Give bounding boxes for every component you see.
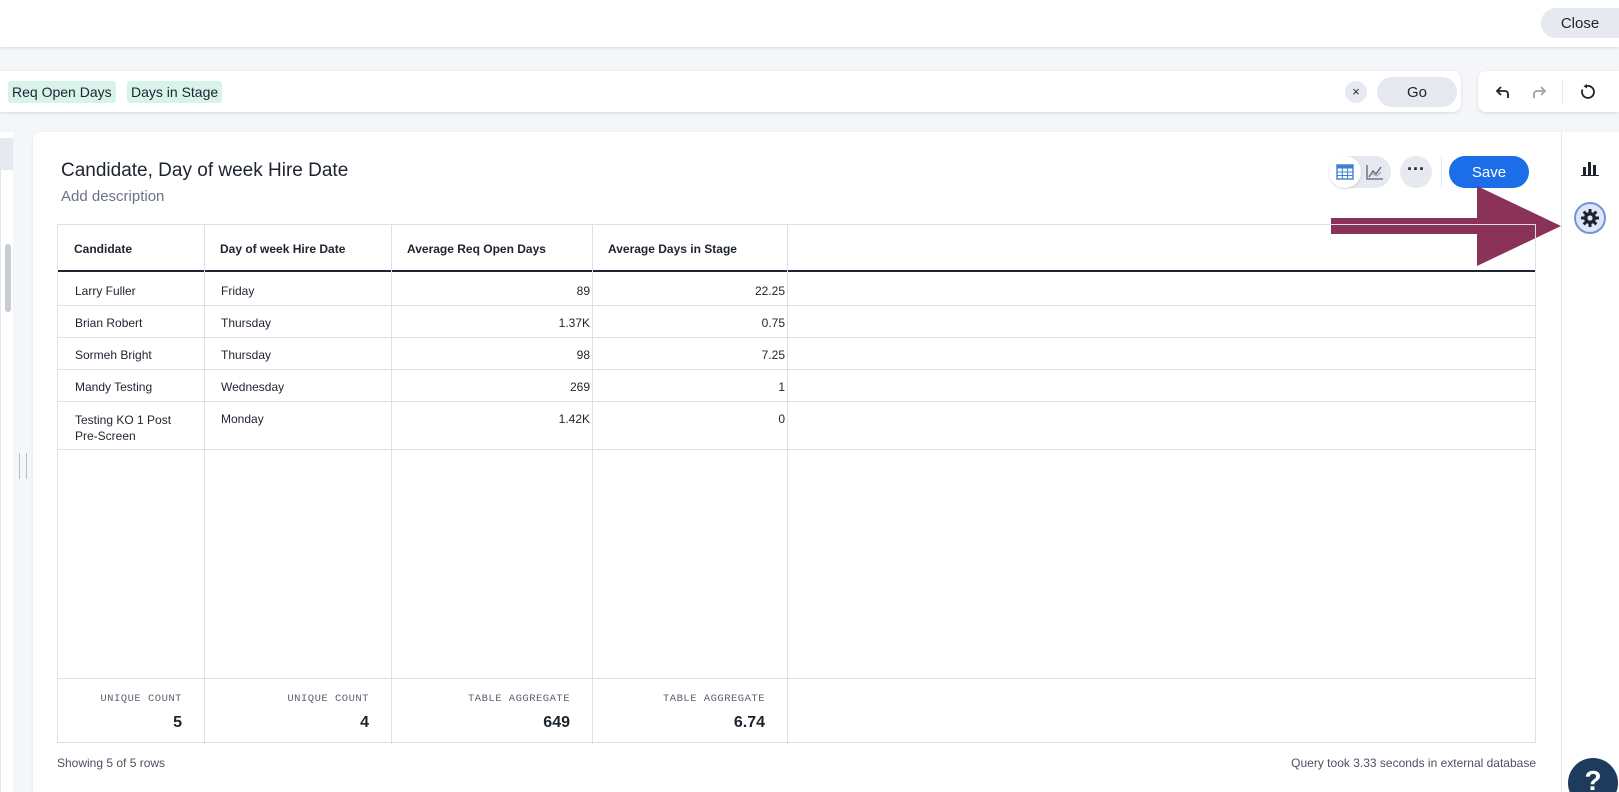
redo-icon[interactable]: [1528, 81, 1550, 103]
column-header-avg-days-in-stage[interactable]: Average Days in Stage: [608, 242, 737, 256]
aggregate-value: 5: [173, 714, 182, 731]
row-divider: [58, 401, 1535, 402]
answer-title[interactable]: Candidate, Day of week Hire Date: [61, 160, 348, 182]
table-cell: 0.75: [761, 316, 785, 330]
column-divider: [391, 225, 392, 744]
save-button[interactable]: Save: [1449, 156, 1529, 188]
aggregate-label: TABLE AGGREGATE: [662, 693, 765, 705]
row-divider: [58, 305, 1535, 306]
table-cell: Testing KO 1 Post Pre-Screen: [75, 413, 172, 443]
chart-view-icon[interactable]: [1359, 156, 1391, 188]
footer-divider: [58, 678, 1535, 679]
history-controls: [1478, 71, 1619, 112]
column-header-day-of-week[interactable]: Day of week Hire Date: [220, 242, 345, 256]
table-cell: Monday: [221, 412, 264, 426]
bar-chart-icon[interactable]: [1574, 152, 1606, 184]
aggregate-label: UNIQUE COUNT: [287, 693, 369, 705]
column-divider: [204, 225, 205, 744]
search-token-req-open-days[interactable]: Req Open Days: [8, 81, 116, 103]
aggregate-value: 6.74: [733, 714, 765, 731]
search-token-days-in-stage[interactable]: Days in Stage: [127, 81, 223, 103]
table-cell: Sormeh Bright: [75, 348, 152, 362]
table-cell: 1.37K: [558, 316, 590, 330]
table-view-icon[interactable]: [1329, 156, 1361, 188]
table-cell: 1.42K: [558, 412, 590, 426]
column-header-candidate[interactable]: Candidate: [74, 242, 132, 256]
close-button[interactable]: Close: [1541, 8, 1619, 38]
divider: [1562, 81, 1563, 103]
aggregate-label: UNIQUE COUNT: [100, 693, 182, 705]
left-panel-tab[interactable]: [0, 138, 13, 170]
table-cell: Brian Robert: [75, 316, 143, 330]
go-button[interactable]: Go: [1377, 77, 1457, 107]
table-cell: 22.25: [754, 284, 785, 298]
aggregate-value: 4: [360, 714, 369, 731]
row-count-status: Showing 5 of 5 rows: [57, 756, 166, 770]
clear-search-button[interactable]: ×: [1345, 81, 1367, 103]
scrollbar-thumb[interactable]: [5, 244, 11, 312]
scroll-track: [0, 162, 1, 792]
search-bar[interactable]: Req Open Days Days in Stage × Go: [0, 71, 1461, 112]
divider: [1441, 157, 1442, 187]
aggregate-value: 649: [543, 714, 570, 731]
column-divider: [592, 225, 593, 744]
row-divider: [58, 369, 1535, 370]
table-cell: 1: [778, 380, 785, 394]
table-cell: Thursday: [221, 316, 272, 330]
table-cell: Thursday: [221, 348, 272, 362]
panel-resize-handle[interactable]: [19, 453, 27, 479]
column-header-avg-req-open-days[interactable]: Average Req Open Days: [407, 242, 546, 256]
table-cell: 0: [778, 412, 785, 426]
query-time-status: Query took 3.33 seconds in external data…: [1291, 756, 1536, 770]
add-description[interactable]: Add description: [61, 188, 164, 205]
row-divider: [58, 449, 1535, 450]
right-rail: [1561, 132, 1619, 792]
view-toggle[interactable]: [1329, 156, 1391, 188]
table-cell: Friday: [221, 284, 255, 298]
aggregate-label: TABLE AGGREGATE: [467, 693, 570, 705]
top-bar: Close: [0, 0, 1619, 47]
table-cell: Mandy Testing: [75, 380, 153, 394]
gear-icon[interactable]: [1574, 202, 1606, 234]
table-cell: Larry Fuller: [75, 284, 136, 298]
table-cell: 98: [576, 348, 590, 362]
data-table: Candidate Day of week Hire Date Average …: [57, 224, 1536, 744]
table-cell: Wednesday: [221, 380, 285, 394]
row-divider: [58, 337, 1535, 338]
undo-icon[interactable]: [1492, 81, 1514, 103]
reset-icon[interactable]: [1576, 81, 1598, 103]
table-cell: 7.25: [761, 348, 785, 362]
column-divider: [787, 225, 788, 744]
table-cell: 89: [576, 284, 590, 298]
more-options-button[interactable]: ···: [1400, 156, 1432, 188]
table-cell: 269: [569, 380, 590, 394]
left-panel: [0, 132, 13, 792]
